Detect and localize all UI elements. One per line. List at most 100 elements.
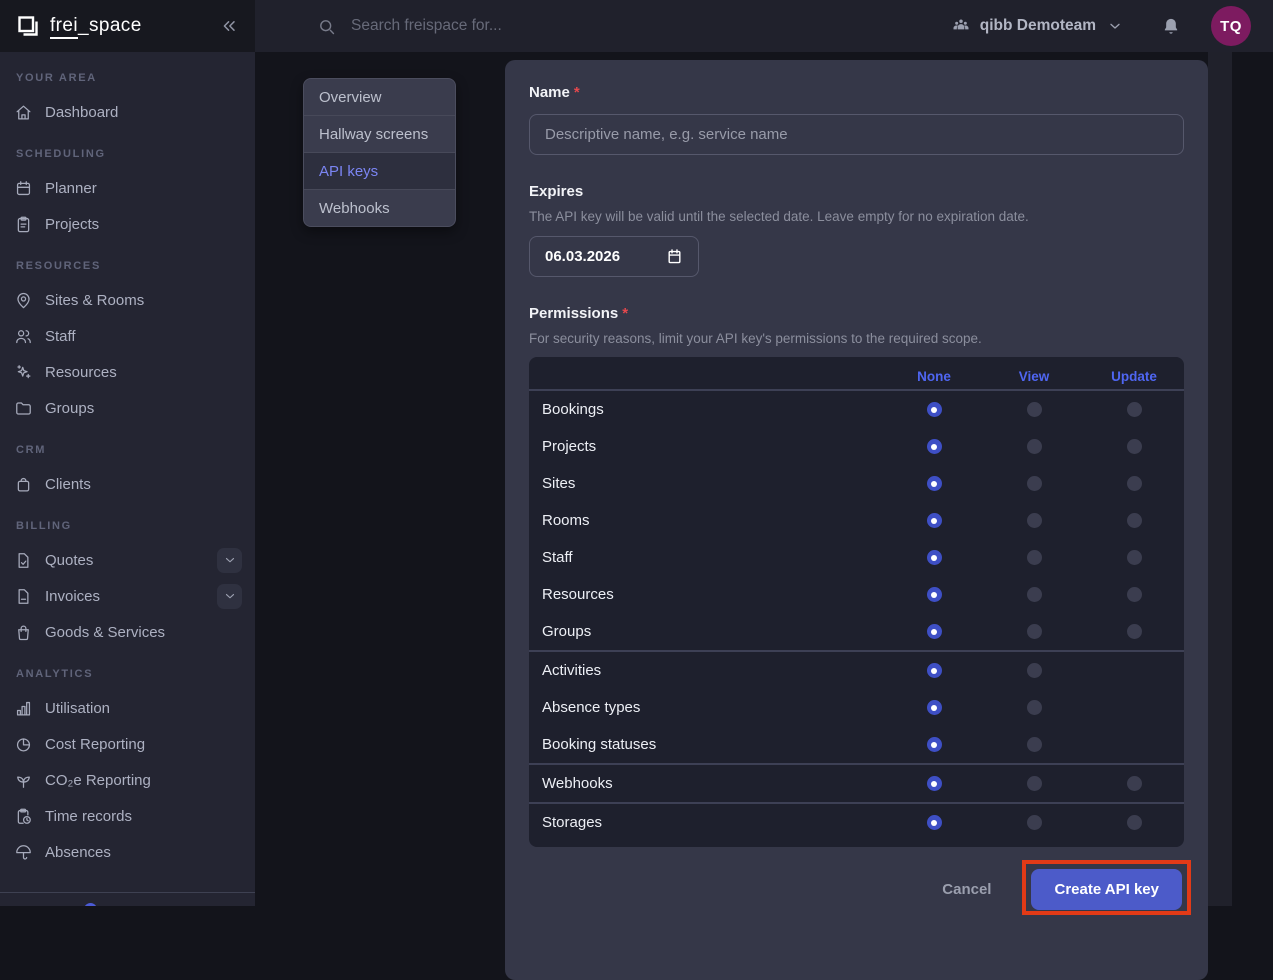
calendar-icon[interactable] (666, 248, 683, 265)
sidebar-item-staff[interactable]: Staff (0, 318, 255, 354)
expand-invoices-button[interactable] (217, 584, 242, 609)
radio-projects-none[interactable] (927, 439, 942, 454)
team-switcher[interactable]: qibb Demoteam (951, 16, 1123, 36)
radio-bookings-none[interactable] (927, 402, 942, 417)
radio-absence-types-none[interactable] (927, 700, 942, 715)
sidebar-item-utilisation[interactable]: Utilisation (0, 690, 255, 726)
radio-booking-statuses-view[interactable] (1027, 737, 1042, 752)
sidebar-item-groups[interactable]: Groups (0, 390, 255, 426)
team-icon (951, 16, 971, 36)
radio-storages-update[interactable] (1127, 815, 1142, 830)
radio-bookings-view[interactable] (1027, 402, 1042, 417)
permissions-group: Webhooks (529, 763, 1184, 802)
search-input[interactable] (349, 16, 773, 36)
scrollbar-track[interactable] (1208, 52, 1232, 906)
document-check-icon (14, 551, 33, 570)
required-marker: * (574, 84, 580, 101)
permission-cell-none (884, 587, 984, 602)
permission-row-label: Sites (529, 475, 884, 492)
sidebar-item-time-records[interactable]: Time records (0, 798, 255, 834)
radio-storages-none[interactable] (927, 815, 942, 830)
permission-cell-view (984, 476, 1084, 491)
sidebar-item-absences[interactable]: Absences (0, 834, 255, 870)
radio-rooms-view[interactable] (1027, 513, 1042, 528)
radio-resources-update[interactable] (1127, 587, 1142, 602)
sidebar-section-title-scheduling: SCHEDULING (0, 130, 255, 170)
sidebar-item-label: Utilisation (45, 700, 110, 717)
sidebar-item-resources[interactable]: Resources (0, 354, 255, 390)
permission-row-label: Groups (529, 623, 884, 640)
radio-storages-view[interactable] (1027, 815, 1042, 830)
radio-resources-view[interactable] (1027, 587, 1042, 602)
radio-rooms-none[interactable] (927, 513, 942, 528)
sidebar-item-cost-reporting[interactable]: Cost Reporting (0, 726, 255, 762)
radio-sites-none[interactable] (927, 476, 942, 491)
radio-absence-types-view[interactable] (1027, 700, 1042, 715)
home-icon (14, 103, 33, 122)
radio-groups-update[interactable] (1127, 624, 1142, 639)
cancel-button[interactable]: Cancel (942, 881, 991, 898)
radio-projects-view[interactable] (1027, 439, 1042, 454)
sidebar-item-dashboard[interactable]: Dashboard (0, 94, 255, 130)
permission-row-label: Rooms (529, 512, 884, 529)
permission-cell-view (984, 624, 1084, 639)
sidebar-item-quotes[interactable]: Quotes (0, 542, 255, 578)
name-field-label: Name* (529, 84, 1184, 101)
sidebar-item-label: Clients (45, 476, 91, 493)
sidebar-item-sites-rooms[interactable]: Sites & Rooms (0, 282, 255, 318)
sidebar-item-goods-services[interactable]: Goods & Services (0, 614, 255, 650)
sidebar-section-title-resources: RESOURCES (0, 242, 255, 282)
radio-projects-update[interactable] (1127, 439, 1142, 454)
radio-staff-view[interactable] (1027, 550, 1042, 565)
radio-webhooks-update[interactable] (1127, 776, 1142, 791)
folder-icon (14, 399, 33, 418)
radio-sites-update[interactable] (1127, 476, 1142, 491)
radio-activities-none[interactable] (927, 663, 942, 678)
expires-date-input[interactable]: 06.03.2026 (529, 236, 699, 277)
radio-booking-statuses-none[interactable] (927, 737, 942, 752)
expires-help-text: The API key will be valid until the sele… (529, 209, 1184, 224)
user-avatar[interactable]: TQ (1211, 6, 1251, 46)
sidebar-item-projects[interactable]: Projects (0, 206, 255, 242)
radio-resources-none[interactable] (927, 587, 942, 602)
search-icon (317, 17, 336, 36)
sidebar-item-invoices[interactable]: Invoices (0, 578, 255, 614)
sparkles-icon (14, 363, 33, 382)
submenu-item-webhooks[interactable]: Webhooks (304, 189, 455, 226)
app-body: YOUR AREADashboardSCHEDULINGPlannerProje… (0, 52, 1273, 906)
expand-quotes-button[interactable] (217, 548, 242, 573)
radio-groups-none[interactable] (927, 624, 942, 639)
radio-groups-view[interactable] (1027, 624, 1042, 639)
radio-rooms-update[interactable] (1127, 513, 1142, 528)
permission-cell-none (884, 513, 984, 528)
radio-staff-none[interactable] (927, 550, 942, 565)
collapse-sidebar-button[interactable] (219, 16, 239, 36)
submenu-item-hallway-screens[interactable]: Hallway screens (304, 115, 455, 152)
radio-staff-update[interactable] (1127, 550, 1142, 565)
users-icon (14, 327, 33, 346)
radio-webhooks-view[interactable] (1027, 776, 1042, 791)
sidebar-item-planner[interactable]: Planner (0, 170, 255, 206)
name-input[interactable] (529, 114, 1184, 155)
expires-field-label: Expires (529, 183, 1184, 200)
sidebar-section-title-billing: BILLING (0, 502, 255, 542)
permission-cell-view (984, 402, 1084, 417)
radio-bookings-update[interactable] (1127, 402, 1142, 417)
create-api-key-button[interactable]: Create API key (1031, 869, 1182, 910)
permission-cell-update (1084, 624, 1184, 639)
radio-activities-view[interactable] (1027, 663, 1042, 678)
sidebar-item-clients[interactable]: Clients (0, 466, 255, 502)
permission-cell-view (984, 700, 1084, 715)
submenu-item-overview[interactable]: Overview (304, 79, 455, 115)
sidebar-item-co-e-reporting[interactable]: CO₂e Reporting (0, 762, 255, 798)
permission-cell-none (884, 776, 984, 791)
submenu-item-api-keys[interactable]: API keys (304, 152, 455, 189)
permission-row-webhooks: Webhooks (529, 765, 1184, 802)
radio-webhooks-none[interactable] (927, 776, 942, 791)
permission-row-bookings: Bookings (529, 391, 1184, 428)
sidebar-nav: YOUR AREADashboardSCHEDULINGPlannerProje… (0, 52, 255, 906)
notifications-button[interactable] (1161, 16, 1181, 36)
permission-cell-update (1084, 513, 1184, 528)
radio-sites-view[interactable] (1027, 476, 1042, 491)
permissions-group: BookingsProjectsSitesRoomsStaffResources… (529, 389, 1184, 650)
